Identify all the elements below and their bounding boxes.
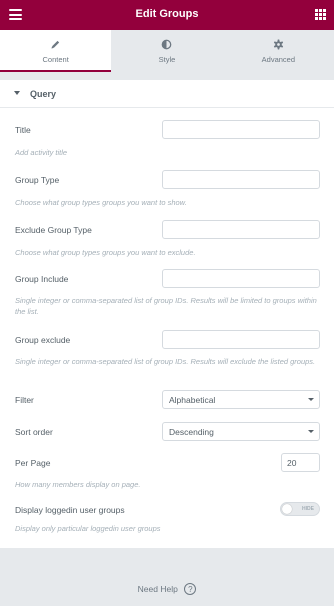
need-help-link[interactable]: Need Help ? — [0, 583, 334, 595]
gear-icon — [273, 39, 284, 51]
tab-label: Content — [42, 54, 69, 64]
tab-label: Advanced — [261, 54, 295, 64]
chevron-down-icon — [308, 398, 314, 401]
apps-grid-icon[interactable] — [315, 9, 326, 20]
group-exclude-label: Group exclude — [15, 335, 71, 345]
group-include-description: Single integer or comma-separated list o… — [15, 296, 317, 316]
question-circle-icon: ? — [184, 583, 197, 595]
display-loggedin-toggle[interactable]: HIDE — [280, 502, 320, 516]
group-include-input[interactable] — [162, 269, 320, 288]
filter-label: Filter — [15, 395, 34, 405]
filter-value: Alphabetical — [169, 395, 216, 405]
title-description: Add activity title — [15, 148, 68, 157]
exclude-group-type-input[interactable] — [162, 220, 320, 239]
group-type-label: Group Type — [15, 175, 60, 185]
title-label: Title — [15, 125, 31, 135]
tab-style[interactable]: Style — [111, 30, 222, 72]
tab-content[interactable]: Content — [0, 30, 112, 72]
query-section: Query Title Add activity title Group Typ… — [0, 80, 334, 548]
tab-label: Style — [158, 54, 176, 64]
group-type-description: Choose what group types groups you want … — [15, 198, 187, 207]
pencil-icon — [50, 39, 61, 51]
exclude-group-type-label: Exclude Group Type — [15, 225, 92, 235]
sort-order-value: Descending — [169, 427, 214, 437]
panel-tabs: Content Style Advanced — [0, 30, 334, 72]
chevron-down-icon — [308, 430, 314, 433]
display-loggedin-label: Display loggedin user groups — [15, 505, 125, 515]
section-header-query[interactable]: Query — [0, 80, 334, 108]
sort-order-select[interactable]: Descending — [162, 422, 320, 441]
half-circle-icon — [161, 39, 172, 51]
section-title: Query — [30, 89, 57, 99]
tab-advanced[interactable]: Advanced — [223, 30, 334, 72]
group-type-input[interactable] — [162, 170, 320, 189]
per-page-label: Per Page — [15, 458, 51, 468]
per-page-description: How many members display on page. — [15, 480, 141, 489]
help-label: Need Help — [137, 584, 178, 594]
per-page-input[interactable]: 20 — [281, 453, 320, 472]
display-loggedin-description: Display only particular loggedin user gr… — [15, 524, 161, 533]
group-include-label: Group Include — [15, 274, 69, 284]
sort-order-label: Sort order — [15, 427, 53, 437]
caret-down-icon — [14, 91, 20, 95]
exclude-group-type-description: Choose what group types groups you want … — [15, 248, 196, 257]
editor-header: Edit Groups — [0, 0, 334, 30]
filter-select[interactable]: Alphabetical — [162, 390, 320, 409]
panel-title: Edit Groups — [135, 8, 199, 20]
group-exclude-description: Single integer or comma-separated list o… — [15, 357, 316, 366]
toggle-knob — [282, 504, 292, 514]
title-input[interactable] — [162, 120, 320, 139]
group-exclude-input[interactable] — [162, 330, 320, 349]
toggle-text: HIDE — [302, 506, 314, 512]
